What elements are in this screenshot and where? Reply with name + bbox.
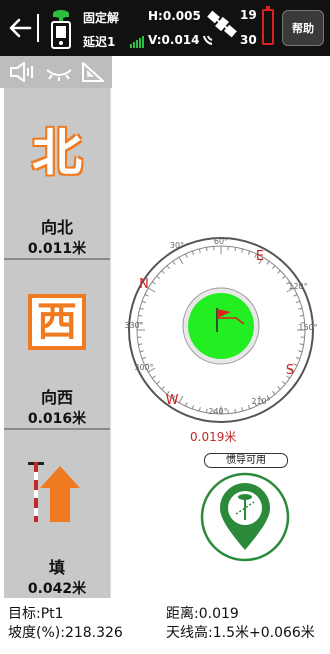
inertial-nav-badge: 惯导可用 (204, 453, 288, 468)
compass-tick (205, 247, 208, 252)
eye-closed-icon[interactable] (44, 60, 74, 84)
compass-tick (138, 343, 143, 346)
degree-label: 330° (124, 321, 143, 330)
satellite-icon[interactable] (200, 8, 240, 48)
north-value: 0.011米 (27, 241, 87, 257)
v-precision: V:0.014 (148, 33, 200, 47)
distance-readout: 0.019米 (190, 430, 237, 444)
cardinal-s: S (286, 363, 294, 378)
west-glyph: 西 (28, 294, 86, 350)
antenna-height: 天线高:1.5米+0.066米 (166, 625, 315, 641)
back-arrow-icon[interactable] (6, 14, 34, 42)
help-button[interactable]: 帮助 (282, 10, 324, 46)
column-divider (110, 88, 111, 598)
top-status-bar: 固定解 延迟1 H:0.005 V:0.014 19 30 帮助 (0, 0, 330, 56)
fill-value: 0.042米 (27, 581, 87, 597)
fill-panel: 填 0.042米 (4, 430, 110, 598)
west-value: 0.016米 (27, 411, 87, 427)
slope-value: 坡度(%):218.326 (8, 625, 123, 641)
footer-info: 目标:Pt1 距离:0.019 坡度(%):218.326 天线高:1.5米+0… (0, 600, 330, 654)
target-name: 目标:Pt1 (8, 606, 64, 622)
degree-label: 120° (288, 282, 307, 291)
degree-label: 30° (170, 241, 184, 250)
battery-icon (262, 6, 274, 45)
degree-label: 60° (214, 237, 228, 246)
compass-tick (234, 408, 237, 413)
north-glyph: 北 (32, 124, 82, 182)
signal-bars-icon (130, 36, 144, 48)
direction-panels: 北 向北 0.011米 西 向西 0.016米 填 0.042米 (4, 88, 110, 598)
north-label: 向北 (40, 218, 73, 237)
compass-tick (205, 408, 208, 413)
degree-label: 150° (298, 323, 317, 332)
fix-status: 固定解 (83, 11, 120, 25)
navigate-button[interactable] (198, 470, 292, 564)
compass: 30° 60° 120° 150° 210° 240° 300° 330° N … (124, 237, 318, 423)
compass-tick (234, 247, 237, 252)
receiver-icon[interactable] (44, 6, 78, 50)
tool-row (0, 56, 112, 88)
west-label: 向西 (40, 388, 73, 407)
satellites-used: 19 (240, 8, 257, 22)
compass-tick (299, 343, 304, 346)
fill-label: 填 (48, 558, 65, 577)
header-divider (37, 14, 39, 42)
cardinal-n: N (139, 277, 149, 292)
ruler-triangle-icon[interactable] (80, 60, 106, 84)
satellites-visible: 30 (240, 33, 257, 47)
cardinal-e: E (256, 249, 264, 264)
cardinal-w: W (166, 393, 179, 408)
speaker-icon[interactable] (8, 60, 36, 84)
delay-status: 延迟1 (83, 35, 116, 49)
degree-label: 240° (208, 407, 227, 416)
compass-tick (138, 314, 143, 317)
west-panel: 西 向西 0.016米 (4, 260, 110, 428)
fill-up-arrow-icon (28, 462, 80, 522)
degree-label: 210° (251, 397, 270, 406)
target-disc (188, 293, 254, 359)
north-panel: 北 向北 0.011米 (4, 88, 110, 258)
h-precision: H:0.005 (148, 9, 201, 23)
target-distance: 距离:0.019 (166, 606, 239, 622)
compass-tick (299, 314, 304, 317)
degree-label: 300° (134, 363, 153, 372)
